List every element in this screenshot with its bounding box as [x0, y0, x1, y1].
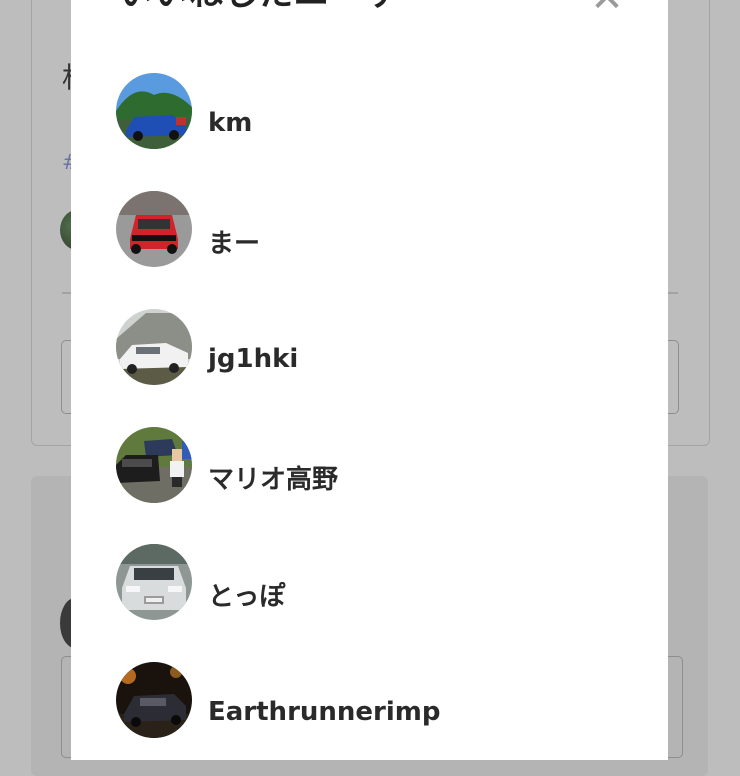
close-button[interactable]: ✕ — [589, 0, 625, 18]
username[interactable]: とっぽ — [208, 576, 285, 613]
user-row[interactable]: マリオ高野 — [116, 427, 616, 503]
user-row[interactable]: Earthrunnerimp — [116, 662, 616, 738]
username[interactable]: Earthrunnerimp — [208, 697, 441, 727]
user-row[interactable]: まー — [116, 191, 616, 267]
avatar-photo-person-with-cars[interactable] — [116, 427, 192, 503]
avatar-photo-blue-car-mountain[interactable] — [116, 73, 192, 149]
username[interactable]: まー — [208, 223, 260, 260]
liked-users-modal: いいねしたユーザー ✕ km — [71, 0, 668, 760]
username[interactable]: マリオ高野 — [208, 459, 338, 496]
avatar-photo-red-car[interactable] — [116, 191, 192, 267]
user-row[interactable]: jg1hki — [116, 309, 616, 385]
user-row[interactable]: km — [116, 73, 616, 149]
username[interactable]: jg1hki — [208, 344, 298, 374]
modal-title: いいねしたユーザー — [119, 0, 433, 15]
avatar-photo-white-sedan-garage[interactable] — [116, 309, 192, 385]
close-icon: ✕ — [590, 0, 624, 21]
username[interactable]: km — [208, 108, 252, 138]
avatar-photo-silver-car-front[interactable] — [116, 544, 192, 620]
user-row[interactable]: とっぽ — [116, 544, 616, 620]
avatar-photo-car-at-night[interactable] — [116, 662, 192, 738]
